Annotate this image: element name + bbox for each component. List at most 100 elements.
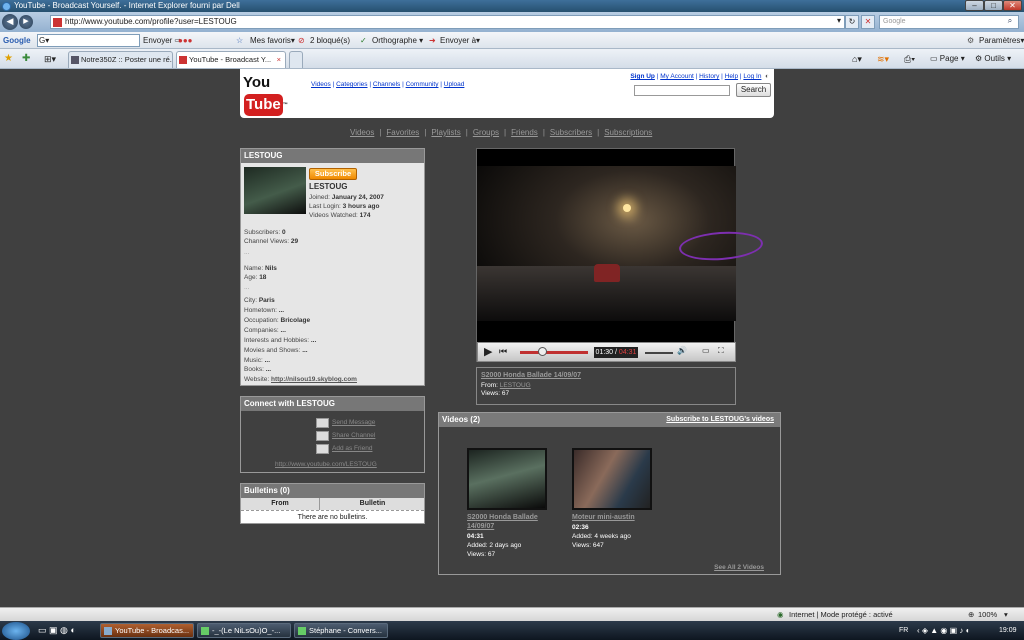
video-title-link[interactable]: S2000 Honda Ballade 14/09/07 (481, 372, 581, 379)
home-icon[interactable]: ⌂▾ (852, 53, 862, 65)
quick-tabs-icon[interactable]: ⊞▾ (44, 53, 56, 65)
previous-icon[interactable]: ⏮ (499, 346, 507, 357)
orthographe-button[interactable]: Orthographe ▾ (372, 32, 423, 49)
subnav-subscribers[interactable]: Subscribers (550, 128, 592, 137)
envoyer-a-button[interactable]: Envoyer à▾ (440, 32, 480, 49)
popups-blocked-button[interactable]: 2 bloqué(s) (310, 32, 350, 49)
subnav-subscriptions[interactable]: Subscriptions (604, 128, 652, 137)
occupation-row: Occupation: Bricolage (244, 317, 310, 324)
nav-videos[interactable]: Videos (311, 81, 331, 88)
minimize-button[interactable]: – (965, 0, 984, 11)
parametres-button[interactable]: Paramètres▾ (979, 32, 1024, 49)
back-button[interactable]: ◀ (2, 14, 18, 30)
favorites-star-icon[interactable]: ★ (4, 53, 13, 65)
subnav-playlists[interactable]: Playlists (431, 128, 460, 137)
taskbar-button-messenger[interactable]: -_-(Le NiLsOu)O_-... (197, 623, 291, 638)
mes-favoris-button[interactable]: Mes favoris▾ (250, 32, 295, 49)
website-label: Website: (244, 376, 270, 383)
profile-thumbnail[interactable] (244, 167, 306, 214)
video-title-link[interactable]: 14/09/07 (467, 523, 494, 530)
nav-channels[interactable]: Channels (373, 81, 400, 88)
nav-community[interactable]: Community (406, 81, 439, 88)
subscribe-button[interactable]: Subscribe (309, 168, 357, 180)
sign-up-link[interactable]: Sign Up (630, 73, 655, 80)
tab-youtube[interactable]: YouTube - Broadcast Y... × (176, 51, 286, 68)
share-channel-link[interactable]: Share Channel (332, 432, 375, 439)
maximize-button[interactable]: □ (984, 0, 1003, 11)
clock[interactable]: 19:09 (999, 621, 1017, 640)
youtube-logo[interactable]: You Tube ™ (243, 72, 297, 116)
progress-knob[interactable] (537, 347, 547, 356)
youtube-header: You Tube ™ Videos | Categories | Channels … (240, 69, 774, 118)
from-link[interactable]: LESTOUG (500, 382, 531, 389)
subnav-friends[interactable]: Friends (511, 128, 538, 137)
youtube-search-input[interactable] (634, 85, 730, 96)
tray-icons[interactable]: ‹ ◈ ▲ ◉ ▣ ♪ ◐ (917, 621, 970, 640)
help-link[interactable]: Help (725, 73, 738, 80)
security-zone-text[interactable]: Internet | Mode protégé : activé (789, 608, 893, 622)
car-ahead (594, 264, 620, 282)
video-thumbnail[interactable] (572, 448, 652, 510)
history-link[interactable]: History (699, 73, 719, 80)
toolbar-extras-icon: ●●● (178, 36, 193, 45)
fullscreen-icon[interactable]: ⛶ (718, 346, 724, 356)
volume-slider[interactable] (645, 352, 673, 354)
video-added: Added: 4 weeks ago (572, 533, 631, 540)
video-title-link[interactable]: Moteur mini-austin (572, 514, 635, 521)
stop-button[interactable]: ✕ (861, 15, 875, 29)
video-player[interactable]: ▶ ⏮ 01:30 / 04:31 🔊 ▭ ⛶ (476, 148, 764, 362)
print-icon[interactable]: ⎙▾ (904, 53, 915, 65)
add-friend-link[interactable]: Add as Friend (332, 445, 372, 452)
my-account-link[interactable]: My Account (660, 73, 694, 80)
log-in-link[interactable]: Log In (743, 73, 761, 80)
size-toggle-icon[interactable]: ▭ (702, 346, 710, 355)
globe-icon[interactable]: ◐ (763, 73, 769, 80)
rss-icon[interactable]: ≋▾ (877, 53, 889, 65)
taskbar-label: Stéphane - Convers... (309, 626, 382, 635)
subnav-favorites[interactable]: Favorites (386, 128, 419, 137)
subscribe-videos-link[interactable]: Subscribe to LESTOUG's videos (666, 413, 774, 427)
play-icon[interactable]: ▶ (484, 345, 492, 358)
name-row: Name: Nils (244, 265, 277, 272)
youtube-search-button[interactable]: Search (736, 83, 771, 97)
add-favorite-icon[interactable]: ✚ (22, 53, 30, 65)
nav-categories[interactable]: Categories (336, 81, 367, 88)
channel-views-value: 29 (290, 238, 299, 245)
tools-menu-button[interactable]: ⚙ Outils ▾ (975, 53, 1011, 65)
quick-launch-icons[interactable]: ▭ ▣ ◍ ◐ (38, 621, 76, 640)
tab-notre350z[interactable]: Notre350Z :: Poster une ré... (68, 51, 173, 68)
google-search-input[interactable]: Google (879, 15, 1019, 29)
taskbar-button-conversation[interactable]: Stéphane - Convers... (294, 623, 388, 638)
search-icon[interactable]: ⌕ (1003, 15, 1017, 29)
refresh-button[interactable]: ↻ (845, 15, 859, 29)
channel-url-link[interactable]: http://www.youtube.com/LESTOUG (275, 461, 377, 468)
new-tab-button[interactable] (289, 51, 303, 68)
movies-label: Movies and Shows: (244, 347, 301, 354)
close-window-button[interactable]: ✕ (1003, 0, 1022, 11)
video-title-link[interactable]: S2000 Honda Ballade (467, 514, 538, 521)
google-g-button[interactable]: G▾ (39, 32, 49, 49)
connect-box: Connect with LESTOUG Send Message Share … (240, 396, 425, 473)
subnav-groups[interactable]: Groups (473, 128, 499, 137)
url-field[interactable]: http://www.youtube.com/profile?user=LEST… (50, 15, 845, 29)
page-menu-button[interactable]: ▭ Page ▾ (930, 53, 965, 65)
url-dropdown-button[interactable]: ▾ (832, 15, 846, 29)
video-thumbnail[interactable] (467, 448, 547, 510)
subnav-videos[interactable]: Videos (350, 128, 374, 137)
progress-bar[interactable] (520, 351, 588, 354)
forward-button[interactable]: ▶ (19, 15, 33, 29)
volume-icon[interactable]: 🔊 (677, 346, 687, 355)
start-button[interactable] (2, 622, 30, 640)
language-indicator[interactable]: FR (899, 621, 908, 640)
envoyer-button[interactable]: Envoyer ⇨ (143, 32, 181, 49)
website-link[interactable]: http://nilsou19.skyblog.com (271, 376, 357, 383)
see-all-videos-link[interactable]: See All 2 Videos (714, 564, 764, 571)
video-frame[interactable] (477, 166, 764, 321)
send-message-link[interactable]: Send Message (332, 419, 375, 426)
taskbar-button-youtube[interactable]: YouTube - Broadcas... (100, 623, 194, 638)
google-toolbar-search-input[interactable]: G▾ (37, 34, 140, 47)
tab-close-icon[interactable]: × (277, 52, 281, 68)
nav-upload[interactable]: Upload (444, 81, 465, 88)
zoom-level[interactable]: 100% (978, 608, 997, 622)
zoom-dropdown-icon[interactable]: ▾ (1004, 608, 1008, 622)
